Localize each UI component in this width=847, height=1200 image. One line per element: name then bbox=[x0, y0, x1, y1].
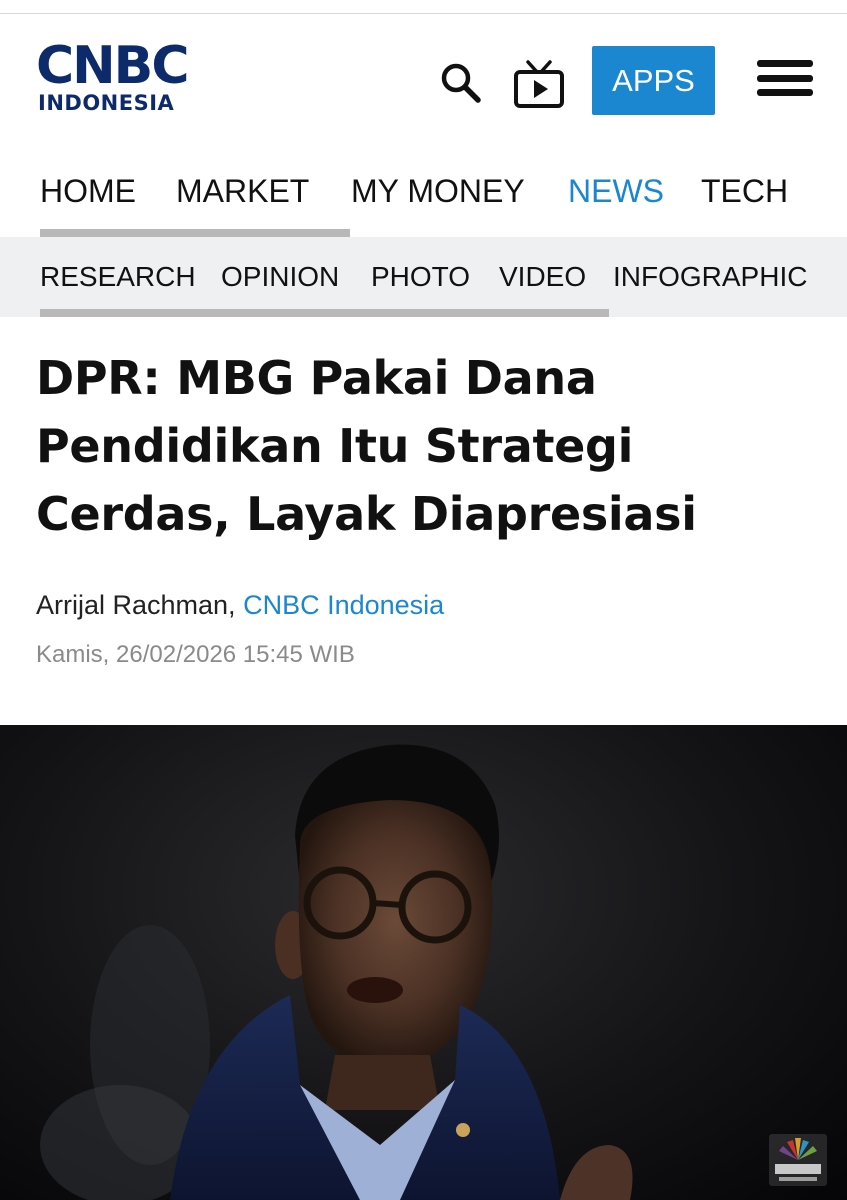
search-icon bbox=[441, 63, 481, 103]
subnav-item-opinion[interactable]: OPINION bbox=[221, 261, 339, 293]
subnav-item-research[interactable]: RESEARCH bbox=[40, 261, 196, 293]
primary-nav: HOME MARKET MY MONEY NEWS TECH bbox=[0, 155, 847, 237]
menu-icon-bar bbox=[757, 60, 813, 67]
nav-item-home[interactable]: HOME bbox=[40, 173, 136, 210]
nav-item-my-money[interactable]: MY MONEY bbox=[351, 173, 525, 210]
article-headline: DPR: MBG Pakai Dana Pendidikan Itu Strat… bbox=[36, 351, 697, 541]
cnbc-indonesia-logo[interactable]: CNBC INDONESIA bbox=[36, 40, 206, 120]
tv-icon bbox=[514, 60, 564, 108]
menu-icon-bar bbox=[757, 89, 813, 96]
subnav-item-photo[interactable]: PHOTO bbox=[371, 261, 470, 293]
apps-button[interactable]: APPS bbox=[592, 46, 715, 115]
subnav-item-infographic[interactable]: INFOGRAPHIC bbox=[613, 261, 807, 293]
menu-icon-bar bbox=[757, 74, 813, 82]
menu-button[interactable] bbox=[757, 60, 813, 96]
nav-item-news[interactable]: NEWS bbox=[568, 173, 664, 210]
status-strip bbox=[0, 0, 847, 14]
site-header: CNBC INDONESIA APPS bbox=[0, 14, 847, 154]
search-button[interactable] bbox=[436, 58, 486, 108]
logo-subtitle: INDONESIA bbox=[38, 91, 175, 115]
publisher-name[interactable]: CNBC Indonesia bbox=[243, 590, 444, 620]
tv-button[interactable] bbox=[510, 56, 568, 114]
subnav-item-video[interactable]: VIDEO bbox=[499, 261, 586, 293]
nav-item-tech[interactable]: TECH bbox=[701, 173, 788, 210]
logo-wordmark: CNBC bbox=[36, 36, 189, 96]
primary-nav-scrollbar[interactable] bbox=[40, 229, 350, 237]
cnbc-peacock-watermark-icon bbox=[769, 1134, 827, 1186]
secondary-nav: RESEARCH OPINION PHOTO VIDEO INFOGRAPHIC bbox=[0, 237, 847, 317]
article-photo[interactable] bbox=[0, 725, 847, 1200]
speaker-portrait-image bbox=[40, 744, 633, 1200]
nav-item-market[interactable]: MARKET bbox=[176, 173, 309, 210]
author-name[interactable]: Arrijal Rachman, bbox=[36, 590, 236, 620]
article-byline: Arrijal Rachman, CNBC Indonesia bbox=[36, 590, 444, 621]
secondary-nav-scrollbar[interactable] bbox=[40, 309, 609, 317]
publish-date: Kamis, 26/02/2026 15:45 WIB bbox=[36, 641, 355, 668]
